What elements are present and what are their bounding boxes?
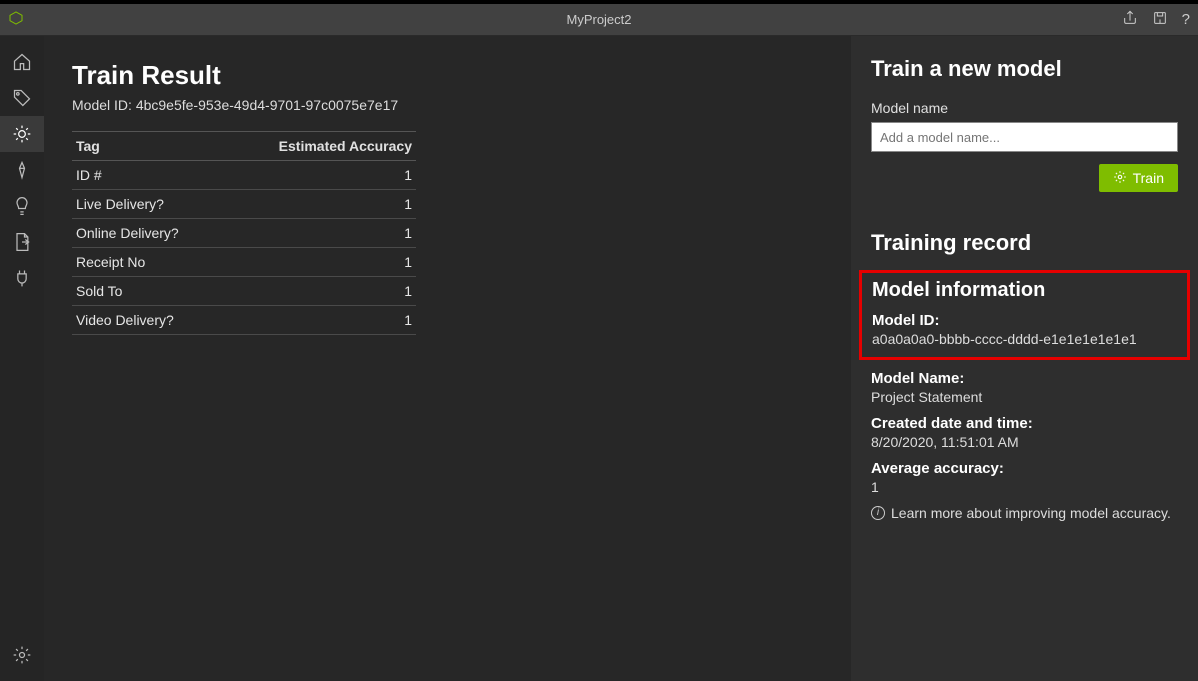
- right-avgacc-label: Average accuracy:: [871, 460, 1178, 477]
- learn-more-link[interactable]: i Learn more about improving model accur…: [871, 505, 1178, 521]
- share-icon[interactable]: [1122, 10, 1138, 29]
- right-model-name-value: Project Statement: [871, 389, 1178, 405]
- sidebar-item-train[interactable]: [0, 116, 44, 152]
- right-model-name-label: Model Name:: [871, 370, 1178, 387]
- table-row: Video Delivery?1: [72, 306, 416, 335]
- train-heading: Train a new model: [871, 56, 1178, 82]
- right-created-value: 8/20/2020, 11:51:01 AM: [871, 434, 1178, 450]
- model-info-heading: Model information: [872, 279, 1177, 302]
- learn-more-text: Learn more about improving model accurac…: [891, 505, 1171, 521]
- gear-icon: [1113, 170, 1127, 187]
- model-name-input[interactable]: [871, 122, 1178, 152]
- app-logo-icon: [8, 10, 24, 29]
- help-icon[interactable]: ?: [1182, 11, 1190, 28]
- train-button-label: Train: [1133, 170, 1164, 186]
- table-row: Live Delivery?1: [72, 190, 416, 219]
- train-button[interactable]: Train: [1099, 164, 1178, 192]
- model-id-line: Model ID: 4bc9e5fe-953e-49d4-9701-97c007…: [72, 97, 823, 113]
- sidebar-item-tags[interactable]: [0, 80, 44, 116]
- sidebar-item-connect[interactable]: [0, 260, 44, 296]
- model-name-label: Model name: [871, 100, 1178, 116]
- result-table: Tag Estimated Accuracy ID #1 Live Delive…: [72, 131, 416, 335]
- window-title: MyProject2: [566, 12, 631, 27]
- table-row: Receipt No1: [72, 248, 416, 277]
- page-title: Train Result: [72, 60, 823, 91]
- left-sidebar: [0, 36, 44, 681]
- right-panel: Train a new model Model name Train Train…: [851, 36, 1198, 681]
- sidebar-item-document[interactable]: [0, 224, 44, 260]
- sidebar-item-settings[interactable]: [0, 637, 44, 673]
- save-icon[interactable]: [1152, 10, 1168, 29]
- right-avgacc-value: 1: [871, 479, 1178, 495]
- info-icon: i: [871, 506, 885, 520]
- table-row: ID #1: [72, 161, 416, 190]
- main-content: Train Result Model ID: 4bc9e5fe-953e-49d…: [44, 36, 851, 681]
- model-id-label: Model ID:: [72, 97, 132, 113]
- titlebar: MyProject2 ?: [0, 4, 1198, 36]
- right-created-label: Created date and time:: [871, 415, 1178, 432]
- sidebar-item-analyze[interactable]: [0, 188, 44, 224]
- right-model-id-label: Model ID:: [872, 312, 1177, 329]
- sidebar-item-compose[interactable]: [0, 152, 44, 188]
- col-tag: Tag: [72, 132, 223, 161]
- table-row: Online Delivery?1: [72, 219, 416, 248]
- sidebar-item-home[interactable]: [0, 44, 44, 80]
- training-record-heading: Training record: [871, 230, 1178, 256]
- table-row: Sold To1: [72, 277, 416, 306]
- right-model-id-value: a0a0a0a0-bbbb-cccc-dddd-e1e1e1e1e1e1: [872, 331, 1177, 347]
- col-accuracy: Estimated Accuracy: [223, 132, 416, 161]
- model-info-highlight: Model information Model ID: a0a0a0a0-bbb…: [859, 270, 1190, 360]
- model-id-value: 4bc9e5fe-953e-49d4-9701-97c0075e7e17: [136, 97, 398, 113]
